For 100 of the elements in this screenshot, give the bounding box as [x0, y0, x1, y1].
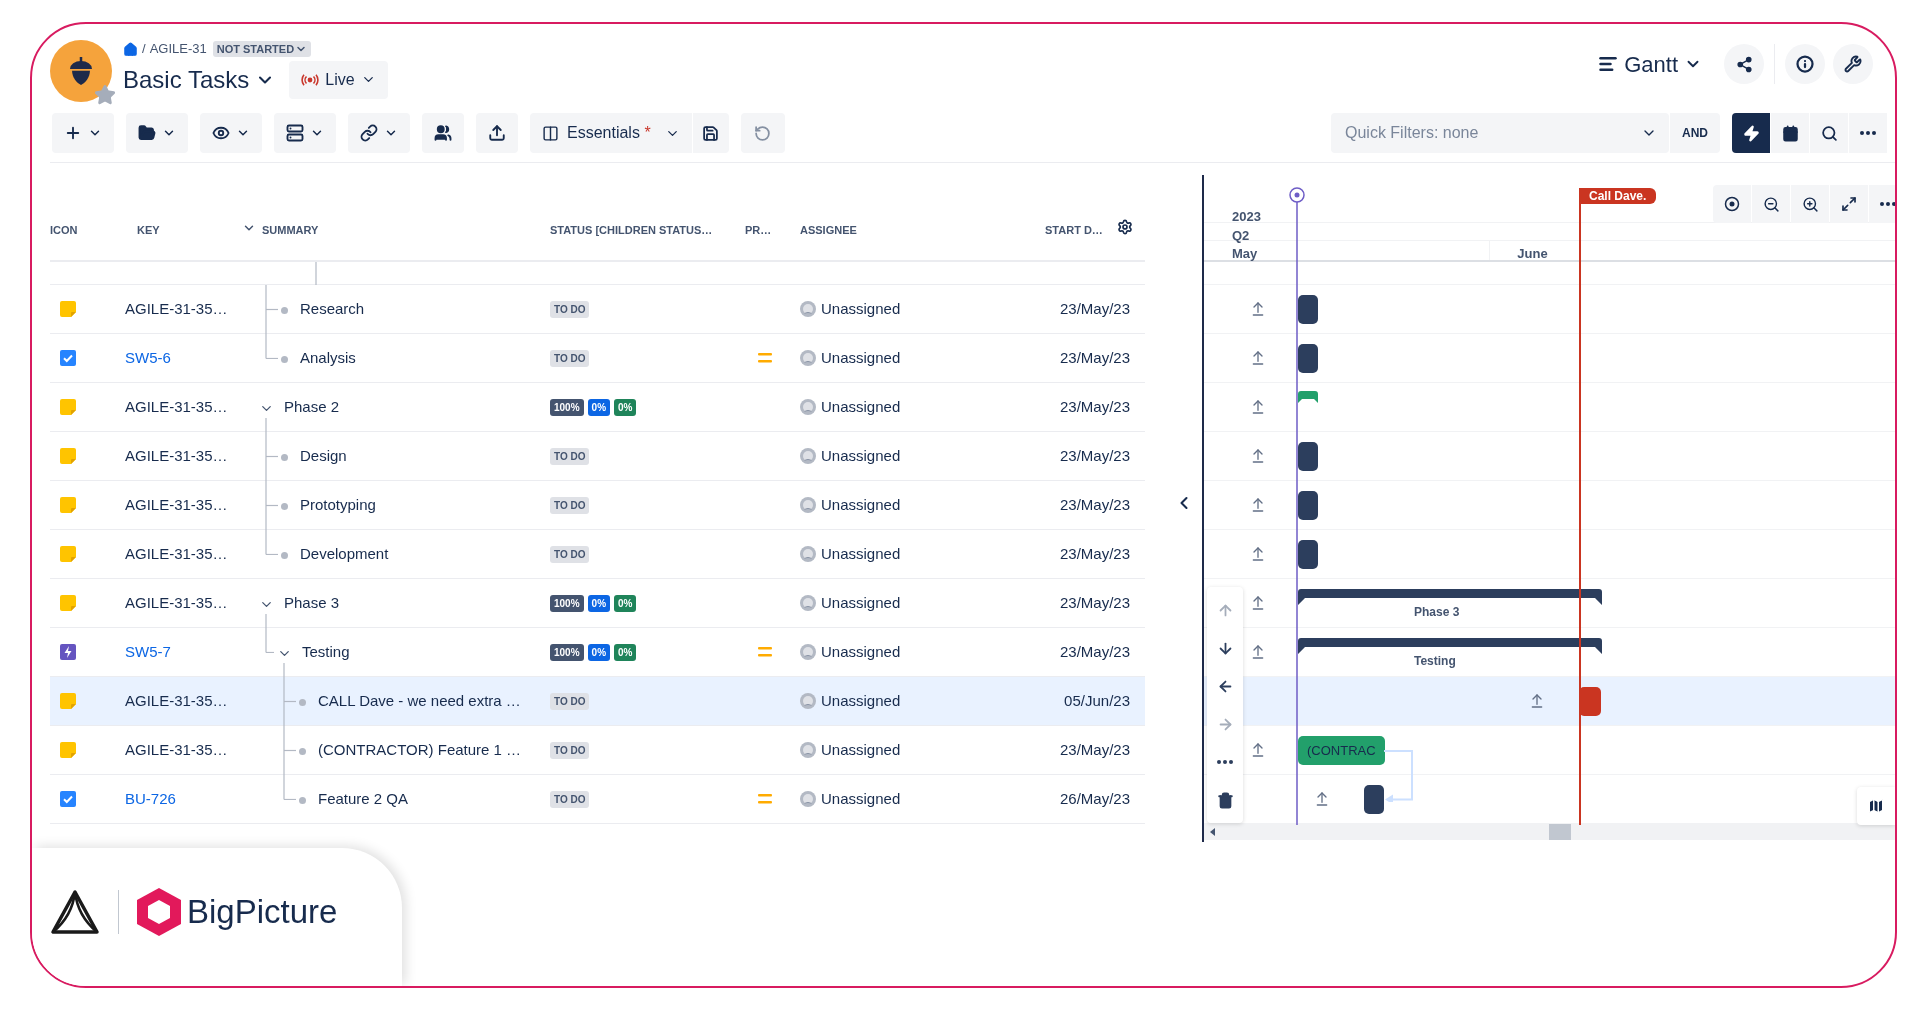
folder-button[interactable] [126, 113, 188, 153]
table-row[interactable]: AGILE-31-35… Prototyping TO DO Unassigned 23/May/23 [50, 481, 1145, 530]
status-dropdown[interactable]: NOT STARTED [212, 40, 312, 58]
table-row[interactable]: AGILE-31-35… (CONTRACTOR) Feature 1 … TO DO Unassigned 23/May/23 [50, 726, 1145, 775]
quick-filter-field[interactable]: Quick Filters: none [1331, 113, 1669, 153]
progress-lozenge: 0% [614, 398, 637, 416]
group-bar[interactable] [1298, 589, 1602, 605]
task-bar[interactable] [1298, 491, 1318, 520]
focus-button[interactable] [1713, 185, 1751, 223]
upload-icon[interactable] [1250, 350, 1266, 366]
status-lozenge: TO DO [550, 447, 590, 465]
breadcrumb-link[interactable]: AGILE-31 [149, 39, 207, 59]
task-bar[interactable] [1298, 540, 1318, 569]
view-dropdown[interactable]: Essentials * [530, 113, 692, 153]
summary-text: Testing [302, 641, 350, 662]
assignee-text: Unassigned [821, 788, 901, 809]
acorn-icon [68, 57, 94, 85]
map-button[interactable] [1857, 787, 1895, 825]
progress-lozenge: 0% [614, 643, 637, 661]
more-button[interactable] [1849, 113, 1887, 153]
status-lozenge: TO DO [550, 545, 590, 563]
upload-icon[interactable] [1529, 693, 1545, 709]
assignee-text: Unassigned [821, 690, 901, 711]
people-button[interactable] [422, 113, 464, 153]
add-button[interactable] [52, 113, 114, 153]
marker-label[interactable]: Call Dave. [1579, 188, 1657, 204]
column-header[interactable]: PR… [745, 222, 800, 239]
people-icon [434, 124, 452, 142]
rows-button[interactable] [274, 113, 336, 153]
undo-button[interactable] [740, 113, 785, 153]
star-icon [94, 84, 116, 106]
table-row[interactable]: SW5-6 Analysis TO DO Unassigned 23/May/23 [50, 334, 1145, 383]
progress-lozenge: 100% [550, 594, 584, 612]
save-button[interactable] [692, 113, 729, 153]
hexagon-logo-icon [137, 888, 181, 936]
upload-icon[interactable] [1250, 742, 1266, 758]
calendar-tool-button[interactable] [1771, 113, 1809, 153]
column-header[interactable]: STATUS [CHILDREN STATUS… [550, 222, 745, 239]
upload-icon[interactable] [1250, 595, 1266, 611]
trash-icon [1216, 791, 1234, 809]
upload-icon[interactable] [1250, 644, 1266, 660]
lightning-icon [1742, 124, 1760, 142]
plus-icon [64, 124, 82, 142]
horizontal-scrollbar[interactable] [1204, 824, 1895, 840]
issue-key[interactable]: BU-726 [125, 787, 176, 811]
column-header[interactable]: START D… [1045, 222, 1117, 239]
export-button[interactable] [476, 113, 518, 153]
settings-button[interactable] [1833, 44, 1873, 84]
table-row[interactable]: BU-726 Feature 2 QA TO DO Unassigned 26/May/23 [50, 775, 1145, 824]
start-date: 23/May/23 [1059, 347, 1130, 368]
upload-icon[interactable] [1250, 448, 1266, 464]
task-bar[interactable] [1298, 295, 1318, 324]
table-row[interactable]: AGILE-31-35… Research TO DO Unassigned 23/May/23 [50, 285, 1145, 334]
search-button[interactable] [1810, 113, 1848, 153]
calendar-icon [1781, 124, 1799, 142]
upload-icon[interactable] [1250, 399, 1266, 415]
task-bar[interactable] [1298, 344, 1318, 373]
status-lozenge: TO DO [550, 790, 590, 808]
group-bar-label: Testing [1414, 653, 1456, 670]
summary-text: CALL Dave - we need extra … [318, 690, 521, 711]
project-avatar[interactable] [50, 40, 112, 102]
table-row[interactable]: SW5-7 Testing 100% 0% 0% Unassigned 23/May/23 [50, 628, 1145, 677]
column-header[interactable]: SUMMARY [262, 222, 550, 239]
live-dropdown[interactable]: Live [289, 60, 388, 99]
settings-icon [1117, 219, 1133, 235]
view-button[interactable] [200, 113, 262, 153]
avatar-icon [800, 693, 816, 709]
view-switch-dropdown[interactable]: Gantt [1598, 47, 1702, 81]
zoom-in-button[interactable] [1791, 185, 1829, 223]
start-date: 23/May/23 [1059, 494, 1130, 515]
info-button[interactable] [1785, 44, 1825, 84]
table-row[interactable]: AGILE-31-35… Design TO DO Unassigned 23/May/23 [50, 432, 1145, 481]
upload-icon[interactable] [1250, 497, 1266, 513]
column-header[interactable]: KEY [125, 222, 242, 239]
issue-key[interactable]: SW5-6 [125, 346, 171, 370]
upload-icon[interactable] [1250, 546, 1266, 562]
column-header[interactable]: ICON [50, 222, 125, 239]
title-dropdown[interactable]: Basic Tasks [123, 61, 276, 98]
upload-icon[interactable] [1250, 301, 1266, 317]
column-header[interactable]: ASSIGNEE [800, 222, 1045, 239]
operator-button[interactable]: AND [1670, 113, 1720, 153]
task-bar[interactable]: (CONTRAC [1298, 736, 1385, 765]
issue-key[interactable]: SW5-7 [125, 640, 171, 664]
zoom-out-button[interactable] [1752, 185, 1790, 223]
task-bar[interactable] [1298, 442, 1318, 471]
bullet-icon [298, 698, 306, 706]
share-button[interactable] [1724, 44, 1764, 84]
status-lozenge: TO DO [550, 349, 590, 367]
link-button[interactable] [348, 113, 410, 153]
summary-bar[interactable] [1298, 391, 1318, 403]
avatar-icon [800, 399, 816, 415]
upload-icon[interactable] [1314, 791, 1330, 807]
fullscreen-button[interactable] [1830, 185, 1868, 223]
group-bar[interactable] [1298, 638, 1602, 654]
folder-icon [138, 124, 156, 142]
task-bar[interactable] [1364, 785, 1384, 814]
lightning-tool-button[interactable] [1732, 113, 1770, 153]
zoom-in-icon [1801, 195, 1819, 213]
table-row[interactable]: AGILE-31-35… CALL Dave - we need extra … TO DO Unassigned 05/Jun/23 [50, 677, 1145, 726]
table-row[interactable]: AGILE-31-35… Development TO DO Unassigned 23/May/23 [50, 530, 1145, 579]
